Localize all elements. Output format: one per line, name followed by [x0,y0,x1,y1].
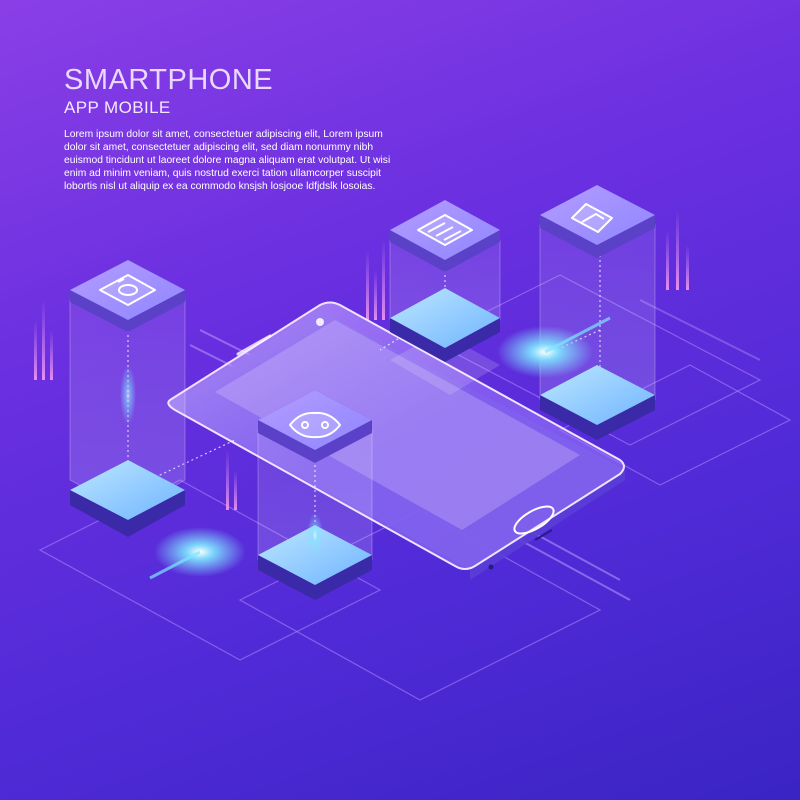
header-text-block: SMARTPHONE APP MOBILE Lorem ipsum dolor … [64,64,404,193]
page-subtitle: APP MOBILE [64,98,171,117]
gamepad-icon [289,411,341,439]
body-paragraph: Lorem ipsum dolor sit amet, consectetuer… [64,129,391,192]
page-title: SMARTPHONE [64,64,274,96]
